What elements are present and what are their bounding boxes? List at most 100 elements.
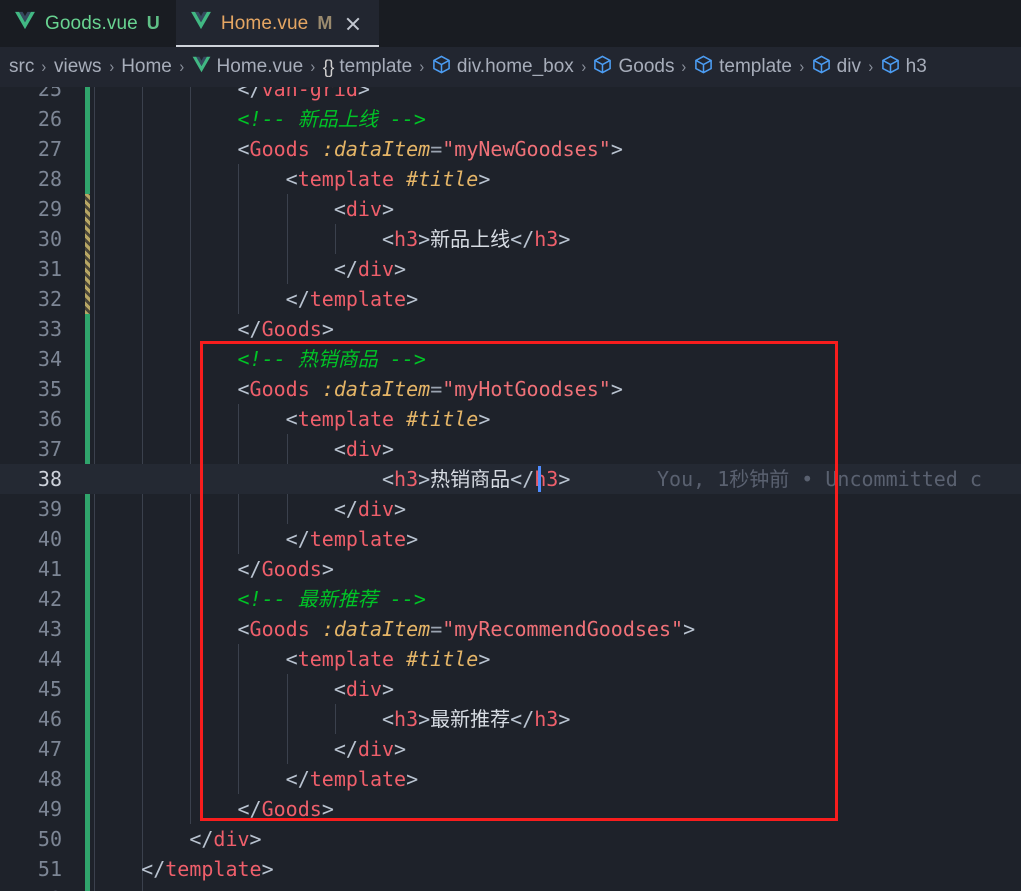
chevron-right-icon: › bbox=[419, 57, 425, 76]
cube-icon bbox=[694, 55, 713, 80]
code-line[interactable]: 27 <Goods :dataItem="myNewGoodses"> bbox=[0, 134, 1021, 164]
breadcrumb: src › views › Home › Home.vue › { } template › div.… bbox=[0, 47, 1021, 87]
code-line[interactable]: 29 <div> bbox=[0, 194, 1021, 224]
line-number: 40 bbox=[37, 527, 62, 551]
cube-icon bbox=[812, 55, 831, 80]
code-line[interactable]: 52 bbox=[0, 884, 1021, 891]
close-icon[interactable] bbox=[343, 14, 363, 34]
code-line-content[interactable]: <template #title> bbox=[93, 404, 491, 434]
code-line[interactable]: 47 </div> bbox=[0, 734, 1021, 764]
editor-tab-goods-vue[interactable]: Goods.vue U bbox=[0, 0, 176, 47]
code-line[interactable]: 28 <template #title> bbox=[0, 164, 1021, 194]
code-line-content[interactable]: </van-grid> bbox=[93, 87, 370, 104]
breadcrumb-item-div[interactable]: div bbox=[812, 55, 861, 80]
code-line-content[interactable]: <!-- 新品上线 --> bbox=[93, 104, 426, 134]
line-number: 44 bbox=[37, 647, 62, 671]
code-line[interactable]: 50 </div> bbox=[0, 824, 1021, 854]
breadcrumb-item-template[interactable]: template bbox=[694, 55, 792, 80]
code-line[interactable]: 39 </div> bbox=[0, 494, 1021, 524]
code-line-content[interactable]: <h3>热销商品</h3> bbox=[93, 464, 570, 494]
code-line-content[interactable]: </template> bbox=[93, 854, 273, 884]
code-line[interactable]: 36 <template #title> bbox=[0, 404, 1021, 434]
code-line[interactable]: 31 </div> bbox=[0, 254, 1021, 284]
code-line-content[interactable]: <!-- 热销商品 --> bbox=[93, 344, 426, 374]
code-line-content[interactable]: <Goods :dataItem="myRecommendGoodses"> bbox=[93, 614, 696, 644]
code-line-content[interactable]: <template #title> bbox=[93, 644, 491, 674]
code-line[interactable]: 35 <Goods :dataItem="myHotGoodses"> bbox=[0, 374, 1021, 404]
breadcrumb-item-home-vue[interactable]: Home.vue bbox=[192, 56, 303, 79]
line-number: 43 bbox=[37, 617, 62, 641]
code-line[interactable]: 37 <div> bbox=[0, 434, 1021, 464]
line-number: 48 bbox=[37, 767, 62, 791]
breadcrumb-label: views bbox=[54, 56, 102, 77]
code-line[interactable]: 44 <template #title> bbox=[0, 644, 1021, 674]
code-line-content[interactable]: <div> bbox=[93, 194, 394, 224]
line-number: 37 bbox=[37, 437, 62, 461]
chevron-right-icon: › bbox=[41, 57, 47, 76]
code-line[interactable]: 43 <Goods :dataItem="myRecommendGoodses"… bbox=[0, 614, 1021, 644]
line-number: 25 bbox=[37, 87, 62, 101]
code-line[interactable]: 25 </van-grid> bbox=[0, 87, 1021, 104]
breadcrumb-item-views[interactable]: views bbox=[54, 56, 102, 78]
code-editor[interactable]: 25 </van-grid> 26 <!-- 新品上线 --> 27 <Goods … bbox=[0, 87, 1021, 891]
code-line-content[interactable]: </Goods> bbox=[93, 314, 334, 344]
code-line[interactable]: 30 <h3>新品上线</h3> bbox=[0, 224, 1021, 254]
code-line[interactable]: 51 </template> bbox=[0, 854, 1021, 884]
breadcrumb-item-div-home-box[interactable]: div.home_box bbox=[432, 55, 574, 80]
code-line[interactable]: 45 <div> bbox=[0, 674, 1021, 704]
breadcrumb-item-h3[interactable]: h3 bbox=[881, 55, 927, 80]
code-line-content[interactable]: <h3>新品上线</h3> bbox=[93, 224, 570, 254]
code-line-content[interactable]: <Goods :dataItem="myHotGoodses"> bbox=[93, 374, 623, 404]
code-line-content[interactable]: </Goods> bbox=[93, 554, 334, 584]
code-line[interactable]: 46 <h3>最新推荐</h3> bbox=[0, 704, 1021, 734]
line-number: 26 bbox=[37, 107, 62, 131]
code-line[interactable]: 40 </template> bbox=[0, 524, 1021, 554]
breadcrumb-item-home[interactable]: Home bbox=[121, 56, 172, 78]
code-line-content[interactable]: </template> bbox=[93, 764, 418, 794]
code-line-content[interactable]: <template #title> bbox=[93, 164, 491, 194]
code-line[interactable]: 41 </Goods> bbox=[0, 554, 1021, 584]
chevron-right-icon: › bbox=[310, 57, 316, 76]
code-line-content[interactable]: </Goods> bbox=[93, 794, 334, 824]
code-line-content[interactable]: </div> bbox=[93, 494, 406, 524]
breadcrumb-item-src[interactable]: src bbox=[9, 56, 34, 78]
code-line[interactable]: 48 </template> bbox=[0, 764, 1021, 794]
code-line-content[interactable]: </template> bbox=[93, 284, 418, 314]
code-line-content[interactable]: <h3>最新推荐</h3> bbox=[93, 704, 570, 734]
code-line-content[interactable]: <!-- 最新推荐 --> bbox=[93, 584, 426, 614]
code-line-content[interactable]: </div> bbox=[93, 824, 261, 854]
tab-label: Goods.vue bbox=[45, 12, 138, 34]
breadcrumb-item-goods[interactable]: Goods bbox=[593, 55, 674, 80]
code-line[interactable]: 33 </Goods> bbox=[0, 314, 1021, 344]
breadcrumb-item-template[interactable]: { } template bbox=[323, 56, 412, 78]
code-line[interactable]: 49 </Goods> bbox=[0, 794, 1021, 824]
line-number: 38 bbox=[37, 467, 62, 491]
code-line-content[interactable]: </div> bbox=[93, 254, 406, 284]
tab-status-badge: U bbox=[146, 13, 160, 33]
code-line[interactable]: 38 <h3>热销商品</h3> You, 1秒钟前 • Uncommitted … bbox=[0, 464, 1021, 494]
tab-label: Home.vue bbox=[220, 12, 309, 34]
editor-tab-home-vue[interactable]: Home.vue M bbox=[175, 0, 380, 47]
vue-icon bbox=[192, 56, 211, 79]
code-line-content[interactable]: <div> bbox=[93, 434, 394, 464]
code-line[interactable]: 26 <!-- 新品上线 --> bbox=[0, 104, 1021, 134]
line-number: 42 bbox=[37, 587, 62, 611]
cube-icon bbox=[881, 55, 900, 80]
line-number: 31 bbox=[37, 257, 62, 281]
code-lines[interactable]: 25 </van-grid> 26 <!-- 新品上线 --> 27 <Goods … bbox=[0, 87, 1021, 891]
code-line-content[interactable]: <Goods :dataItem="myNewGoodses"> bbox=[93, 134, 623, 164]
breadcrumb-label: src bbox=[9, 56, 35, 77]
line-number: 50 bbox=[37, 827, 62, 851]
line-number: 36 bbox=[37, 407, 62, 431]
line-number: 41 bbox=[37, 557, 62, 581]
code-line-content[interactable]: <div> bbox=[93, 674, 394, 704]
chevron-right-icon: › bbox=[581, 57, 587, 76]
code-line-content[interactable] bbox=[93, 884, 141, 891]
code-line[interactable]: 34 <!-- 热销商品 --> bbox=[0, 344, 1021, 374]
code-line[interactable]: 42 <!-- 最新推荐 --> bbox=[0, 584, 1021, 614]
breadcrumb-label: div bbox=[836, 56, 861, 77]
code-line-content[interactable]: </div> bbox=[93, 734, 406, 764]
code-line[interactable]: 32 </template> bbox=[0, 284, 1021, 314]
line-number: 39 bbox=[37, 497, 62, 521]
code-line-content[interactable]: </template> bbox=[93, 524, 418, 554]
